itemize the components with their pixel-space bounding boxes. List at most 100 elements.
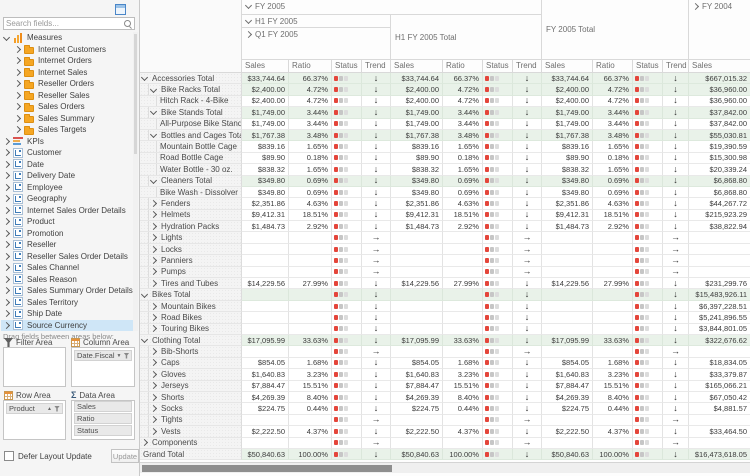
expand-icon[interactable]: [14, 103, 21, 110]
expand-icon[interactable]: [150, 280, 157, 287]
expand-icon[interactable]: [150, 314, 157, 321]
collapse-icon[interactable]: [150, 131, 157, 138]
expand-icon[interactable]: [3, 149, 10, 156]
column-header-trend[interactable]: Trend: [663, 60, 689, 73]
tree-item-reseller[interactable]: Reseller: [1, 239, 134, 251]
column-area-box[interactable]: Date.Fiscal▼: [71, 347, 135, 387]
row-area-box[interactable]: Product▲: [3, 400, 66, 440]
expand-icon[interactable]: [3, 253, 10, 260]
tree-item-sales-orders[interactable]: Sales Orders: [1, 101, 134, 113]
tree-item-measures[interactable]: Measures: [1, 32, 134, 44]
search-input[interactable]: [6, 18, 118, 29]
row-header-socks[interactable]: Socks: [140, 403, 242, 414]
collapse-icon[interactable]: [150, 177, 157, 184]
expand-icon[interactable]: [141, 439, 148, 446]
row-header-accessories-total[interactable]: Accessories Total: [140, 73, 242, 84]
tree-scrollbar[interactable]: [133, 32, 138, 331]
column-header-status[interactable]: Status: [633, 60, 663, 73]
row-header-gloves[interactable]: Gloves: [140, 369, 242, 380]
expand-icon[interactable]: [3, 161, 10, 168]
expand-icon[interactable]: [14, 115, 21, 122]
column-header-trend[interactable]: Trend: [513, 60, 542, 73]
row-header-mountain-bikes[interactable]: Mountain Bikes: [140, 301, 242, 312]
expand-icon[interactable]: [150, 428, 157, 435]
filter-area-box[interactable]: [3, 347, 66, 387]
field-chip-ratio[interactable]: Ratio: [74, 413, 132, 424]
expand-icon[interactable]: [3, 218, 10, 225]
tree-item-reseller-orders[interactable]: Reseller Orders: [1, 78, 134, 90]
expand-icon[interactable]: [3, 299, 10, 306]
row-header-road-bottle-cage[interactable]: Road Bottle Cage: [140, 153, 242, 164]
expand-icon[interactable]: [3, 241, 10, 248]
column-header-ratio[interactable]: Ratio: [593, 60, 633, 73]
row-header-bike-stands-total[interactable]: Bike Stands Total: [140, 107, 242, 118]
expand-icon[interactable]: [150, 405, 157, 412]
tree-item-delivery-date[interactable]: Delivery Date: [1, 170, 134, 182]
collapse-icon[interactable]: [150, 108, 157, 115]
expand-icon[interactable]: [3, 287, 10, 294]
row-header-tires-and-tubes[interactable]: Tires and Tubes: [140, 278, 242, 289]
row-header-hydration-packs[interactable]: Hydration Packs: [140, 221, 242, 232]
tree-item-internet-sales-order-details[interactable]: Internet Sales Order Details: [1, 205, 134, 217]
tree-item-sales-summary[interactable]: Sales Summary: [1, 113, 134, 125]
tree-item-reseller-sales[interactable]: Reseller Sales: [1, 90, 134, 102]
column-band-fy2005[interactable]: FY 2005: [242, 0, 542, 15]
expand-icon[interactable]: [150, 211, 157, 218]
expand-icon[interactable]: [3, 172, 10, 179]
expand-icon[interactable]: [150, 268, 157, 275]
expand-icon[interactable]: [3, 230, 10, 237]
column-header-trend[interactable]: Trend: [362, 60, 391, 73]
column-header-ratio[interactable]: Ratio: [289, 60, 332, 73]
expand-icon[interactable]: [150, 416, 157, 423]
expand-icon[interactable]: [150, 371, 157, 378]
row-header-shorts[interactable]: Shorts: [140, 392, 242, 403]
field-chip-sales[interactable]: Sales: [74, 401, 132, 412]
column-band-fy2005-total[interactable]: FY 2005 Total: [542, 0, 689, 60]
row-header-components[interactable]: Components: [140, 438, 242, 449]
row-header-locks[interactable]: Locks: [140, 244, 242, 255]
collapse-icon[interactable]: [245, 2, 252, 9]
search-icon[interactable]: [124, 20, 131, 27]
row-header-helmets[interactable]: Helmets: [140, 210, 242, 221]
row-header-pumps[interactable]: Pumps: [140, 267, 242, 278]
expand-icon[interactable]: [14, 57, 21, 64]
tree-item-kpis[interactable]: KPIs: [1, 136, 134, 148]
collapse-icon[interactable]: [141, 74, 148, 81]
tree-item-geography[interactable]: Geography: [1, 193, 134, 205]
tree-item-product[interactable]: Product: [1, 216, 134, 228]
field-chip-product[interactable]: Product▲: [6, 403, 63, 414]
horizontal-scrollbar[interactable]: [140, 462, 750, 473]
tree-item-promotion[interactable]: Promotion: [1, 228, 134, 240]
expand-icon[interactable]: [150, 348, 157, 355]
expand-icon[interactable]: [3, 195, 10, 202]
tree-item-internet-customers[interactable]: Internet Customers: [1, 44, 134, 56]
tree-item-sales-channel[interactable]: Sales Channel: [1, 262, 134, 274]
update-button[interactable]: Update: [111, 449, 139, 463]
chevron-down-icon[interactable]: ▼: [117, 353, 122, 359]
expand-icon[interactable]: [150, 246, 157, 253]
column-header-ratio[interactable]: Ratio: [443, 60, 483, 73]
scrollbar-thumb[interactable]: [142, 465, 392, 472]
row-header-mountain-bottle-cage[interactable]: Mountain Bottle Cage: [140, 141, 242, 152]
row-header-fenders[interactable]: Fenders: [140, 198, 242, 209]
defer-layout-checkbox[interactable]: [4, 451, 14, 461]
tree-item-internet-orders[interactable]: Internet Orders: [1, 55, 134, 67]
tree-item-employee[interactable]: Employee: [1, 182, 134, 194]
expand-icon[interactable]: [3, 184, 10, 191]
tree-item-customer[interactable]: Customer: [1, 147, 134, 159]
row-header-bikes-total[interactable]: Bikes Total: [140, 289, 242, 300]
row-header-bike-wash-dissolver[interactable]: Bike Wash - Dissolver: [140, 187, 242, 198]
collapse-icon[interactable]: [141, 291, 148, 298]
expand-icon[interactable]: [3, 276, 10, 283]
filter-icon[interactable]: [123, 353, 129, 359]
row-header-touring-bikes[interactable]: Touring Bikes: [140, 324, 242, 335]
field-chip-date-fiscal[interactable]: Date.Fiscal▼: [74, 350, 132, 361]
expand-icon[interactable]: [14, 126, 21, 133]
expand-icon[interactable]: [3, 310, 10, 317]
row-header-bottles-and-cages-total[interactable]: Bottles and Cages Total: [140, 130, 242, 141]
expand-icon[interactable]: [245, 31, 252, 38]
expand-icon[interactable]: [150, 200, 157, 207]
column-header-sales[interactable]: Sales: [542, 60, 593, 73]
expand-icon[interactable]: [150, 257, 157, 264]
collapse-icon[interactable]: [150, 86, 157, 93]
